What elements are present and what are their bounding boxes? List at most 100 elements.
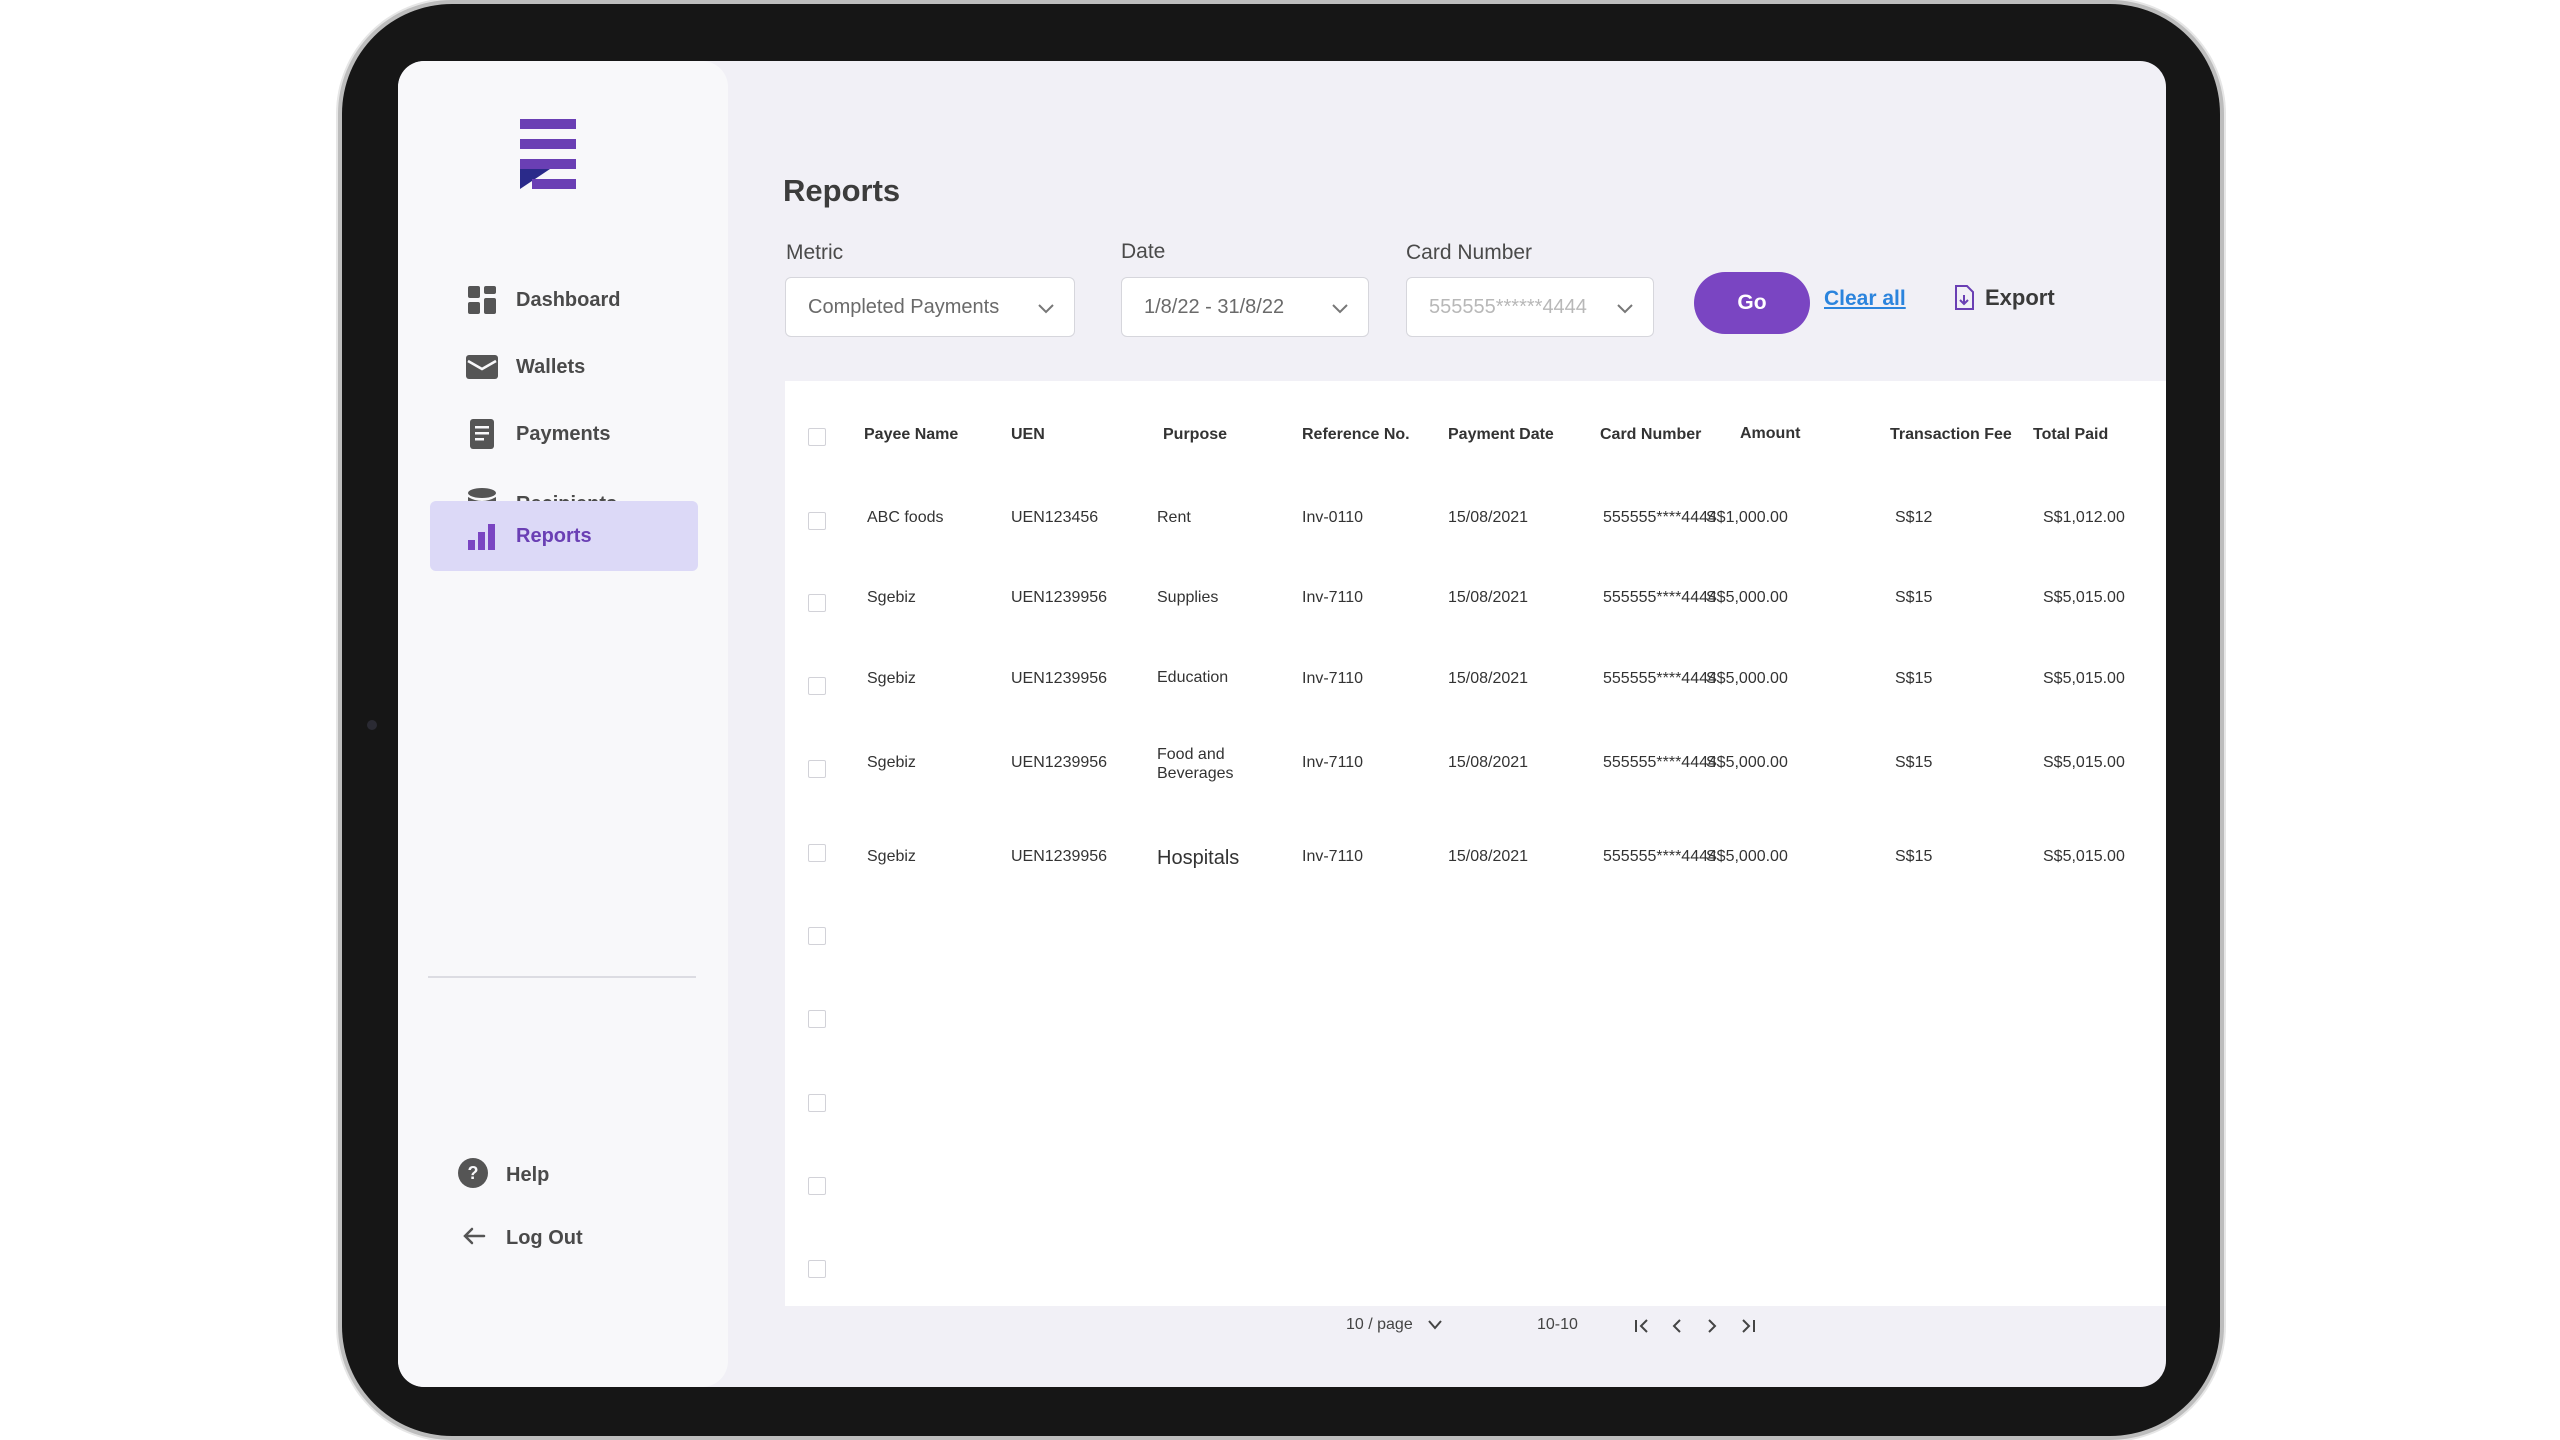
- cell-uen: UEN1239956: [1011, 754, 1108, 771]
- sidebar-divider: [428, 976, 696, 978]
- row-checkbox[interactable]: [808, 844, 826, 862]
- cell-reference-no: Inv-7110: [1302, 589, 1364, 606]
- cell-purpose: Education: [1157, 669, 1229, 686]
- date-value: 1/8/22 - 31/8/22: [1144, 295, 1285, 318]
- reports-table: Payee Name UEN Purpose Reference No. Pay…: [785, 381, 2166, 1306]
- cell-payee-name: Sgebiz: [867, 670, 916, 687]
- next-page-button[interactable]: [1700, 1314, 1724, 1338]
- clear-all-link[interactable]: Clear all: [1824, 287, 1906, 311]
- metric-value: Completed Payments: [808, 295, 1000, 318]
- cell-purpose: Hospitals: [1157, 847, 1240, 869]
- row-checkbox[interactable]: [808, 1260, 826, 1278]
- col-purpose[interactable]: Purpose: [1163, 426, 1227, 444]
- go-button[interactable]: Go: [1694, 272, 1810, 334]
- cell-amount: S$5,000.00: [1706, 848, 1788, 865]
- card-number-select[interactable]: 555555******4444: [1406, 277, 1654, 337]
- col-payee-name[interactable]: Payee Name: [864, 426, 958, 444]
- cell-card-number: 555555****4444: [1603, 509, 1717, 526]
- brand-logo: [520, 119, 576, 189]
- cell-reference-no: Inv-0110: [1302, 509, 1364, 526]
- metric-label: Metric: [786, 241, 844, 264]
- row-checkbox[interactable]: [808, 760, 826, 778]
- chevron-right-icon: [1708, 1319, 1717, 1333]
- row-checkbox[interactable]: [808, 677, 826, 695]
- chevron-left-icon: [1672, 1319, 1681, 1333]
- row-checkbox[interactable]: [808, 594, 826, 612]
- first-page-button[interactable]: [1630, 1314, 1654, 1338]
- cell-transaction-fee: S$15: [1895, 670, 1933, 687]
- col-card-number[interactable]: Card Number: [1600, 426, 1701, 444]
- cell-transaction-fee: S$15: [1895, 848, 1933, 865]
- col-payment-date[interactable]: Payment Date: [1448, 426, 1554, 444]
- help-icon: ?: [458, 1158, 488, 1193]
- cell-card-number: 555555****4444: [1603, 589, 1717, 606]
- page-size-select[interactable]: 10 / page: [1346, 1316, 1443, 1334]
- cell-amount: S$5,000.00: [1706, 589, 1788, 606]
- cell-purpose: Food and Beverages: [1157, 746, 1234, 782]
- wallet-icon: [466, 351, 498, 383]
- first-page-icon: [1635, 1319, 1648, 1333]
- date-select[interactable]: 1/8/22 - 31/8/22: [1121, 277, 1369, 337]
- page-range: 10-10: [1537, 1316, 1578, 1333]
- col-total-paid[interactable]: Total Paid: [2033, 426, 2108, 444]
- camera-dot: [367, 720, 377, 730]
- cell-reference-no: Inv-7110: [1302, 754, 1364, 771]
- cell-uen: UEN1239956: [1011, 670, 1108, 687]
- card-number-label: Card Number: [1406, 241, 1533, 264]
- row-checkbox[interactable]: [808, 1010, 826, 1028]
- cell-total-paid: S$5,015.00: [2043, 670, 2125, 687]
- cell-payee-name: Sgebiz: [867, 754, 916, 771]
- metric-select[interactable]: Completed Payments: [785, 277, 1075, 337]
- chevron-down-icon: [1038, 304, 1054, 314]
- sidebar-item-reports[interactable]: Reports: [430, 501, 698, 571]
- export-label: Export: [1985, 285, 2055, 310]
- sidebar-item-wallets[interactable]: Wallets: [430, 332, 698, 402]
- cell-payment-date: 15/08/2021: [1448, 754, 1529, 771]
- cell-total-paid: S$1,012.00: [2043, 509, 2125, 526]
- sidebar-item-label: Payments: [516, 422, 611, 445]
- cell-total-paid: S$5,015.00: [2043, 589, 2125, 606]
- help-label: Help: [506, 1164, 550, 1186]
- file-export-icon: [1955, 285, 1974, 310]
- row-checkbox[interactable]: [808, 927, 826, 945]
- caret-down-icon: [1427, 1320, 1442, 1330]
- app-screen: Dashboard Wallets Payments Recipients Re: [398, 61, 2166, 1387]
- select-all-checkbox[interactable]: [808, 428, 826, 446]
- chevron-down-icon: [1617, 304, 1633, 314]
- col-uen[interactable]: UEN: [1011, 426, 1045, 444]
- cell-amount: S$5,000.00: [1706, 754, 1788, 771]
- arrow-left-icon: [458, 1224, 488, 1253]
- cell-transaction-fee: S$12: [1895, 509, 1933, 526]
- cell-purpose: Rent: [1157, 509, 1191, 526]
- cell-purpose: Supplies: [1157, 589, 1219, 606]
- cell-payment-date: 15/08/2021: [1448, 848, 1529, 865]
- logout-link[interactable]: Log Out: [458, 1224, 583, 1253]
- row-checkbox[interactable]: [808, 512, 826, 530]
- svg-text:?: ?: [468, 1163, 479, 1183]
- col-transaction-fee[interactable]: Transaction Fee: [1890, 426, 2012, 444]
- last-page-button[interactable]: [1736, 1314, 1760, 1338]
- sidebar-item-payments[interactable]: Payments: [430, 399, 698, 469]
- card-number-value: 555555******4444: [1429, 295, 1587, 318]
- sidebar-item-dashboard[interactable]: Dashboard: [430, 265, 698, 335]
- cell-total-paid: S$5,015.00: [2043, 754, 2125, 771]
- sidebar: Dashboard Wallets Payments Recipients Re: [398, 61, 728, 1387]
- page-size-value: 10 / page: [1346, 1316, 1413, 1333]
- col-reference-no[interactable]: Reference No.: [1302, 426, 1410, 444]
- cell-amount: S$1,000.00: [1706, 509, 1788, 526]
- cell-card-number: 555555****4444: [1603, 754, 1717, 771]
- logout-label: Log Out: [506, 1227, 583, 1249]
- cell-transaction-fee: S$15: [1895, 589, 1933, 606]
- cell-uen: UEN1239956: [1011, 848, 1108, 865]
- row-checkbox[interactable]: [808, 1094, 826, 1112]
- row-checkbox[interactable]: [808, 1177, 826, 1195]
- col-amount[interactable]: Amount: [1740, 425, 1800, 443]
- prev-page-button[interactable]: [1665, 1314, 1689, 1338]
- cell-payment-date: 15/08/2021: [1448, 589, 1529, 606]
- cell-total-paid: S$5,015.00: [2043, 848, 2125, 865]
- export-button[interactable]: Export: [1953, 285, 2055, 311]
- cell-card-number: 555555****4444: [1603, 848, 1717, 865]
- cell-card-number: 555555****4444: [1603, 670, 1717, 687]
- help-link[interactable]: ? Help: [458, 1158, 549, 1193]
- sidebar-item-label: Wallets: [516, 355, 586, 378]
